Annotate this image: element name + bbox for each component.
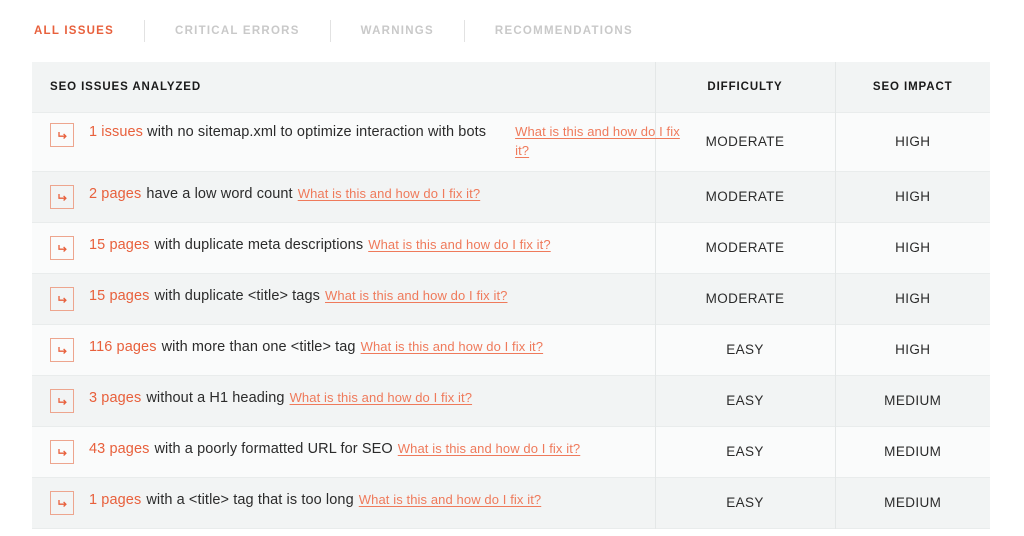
issue-count: 2 pages [89, 186, 142, 202]
issue-cell: 1 pages with a <title> tag that is too l… [32, 477, 655, 528]
impact-value: HIGH [834, 171, 990, 222]
issue-cell: 15 pages with duplicate <title> tags Wha… [32, 273, 655, 324]
column-header-seo-issues: SEO ISSUES ANALYZED [50, 80, 202, 93]
issue-phrase: with duplicate meta descriptions [154, 237, 364, 253]
impact-value: MEDIUM [834, 426, 990, 477]
issue-description: 116 pages with more than one <title> tag… [89, 337, 641, 358]
issue-count: 15 pages [89, 288, 150, 304]
fix-it-link[interactable]: What is this and how do I fix it? [398, 440, 581, 459]
arrow-turn-right-icon[interactable] [50, 236, 74, 260]
arrow-turn-right-icon[interactable] [50, 491, 74, 515]
table-row[interactable]: 1 pages with a <title> tag that is too l… [32, 477, 990, 528]
fix-it-link[interactable]: What is this and how do I fix it? [290, 389, 473, 408]
issues-tabbar: ALL ISSUES CRITICAL ERRORS WARNINGS RECO… [0, 0, 1024, 62]
difficulty-value: MODERATE [654, 222, 835, 273]
issue-phrase: have a low word count [146, 186, 293, 202]
tab-all-issues[interactable]: ALL ISSUES [32, 25, 116, 37]
arrow-turn-right-icon[interactable] [50, 389, 74, 413]
tab-divider [463, 20, 465, 42]
issue-phrase: with more than one <title> tag [161, 339, 356, 355]
fix-it-link[interactable]: What is this and how do I fix it? [515, 124, 680, 158]
issue-cell: 43 pages with a poorly formatted URL for… [32, 426, 655, 477]
issue-cell: 116 pages with more than one <title> tag… [32, 324, 655, 375]
table-row[interactable]: 15 pages with duplicate <title> tags Wha… [32, 273, 990, 324]
table-header-row: SEO ISSUES ANALYZED DIFFICULTY SEO IMPAC… [32, 62, 990, 112]
arrow-turn-right-icon[interactable] [50, 338, 74, 362]
table-row[interactable]: 2 pages have a low word count What is th… [32, 171, 990, 222]
impact-value: HIGH [834, 222, 990, 273]
tab-critical-errors[interactable]: CRITICAL ERRORS [173, 25, 302, 37]
difficulty-value: EASY [654, 477, 835, 528]
impact-value: HIGH [834, 112, 990, 171]
issue-description: 1 issues with no sitemap.xml to optimize… [89, 122, 486, 143]
issue-cell: 1 issues with no sitemap.xml to optimize… [32, 112, 680, 171]
impact-value: HIGH [834, 273, 990, 324]
difficulty-value: MODERATE [654, 171, 835, 222]
seo-issues-panel: ALL ISSUES CRITICAL ERRORS WARNINGS RECO… [0, 0, 1024, 536]
issue-count: 116 pages [89, 339, 157, 355]
column-header-seo-impact: SEO IMPACT [834, 62, 990, 112]
table-row[interactable]: 3 pages without a H1 heading What is thi… [32, 375, 990, 426]
table-row[interactable]: 116 pages with more than one <title> tag… [32, 324, 990, 375]
impact-value: HIGH [834, 324, 990, 375]
issue-description: 15 pages with duplicate <title> tags Wha… [89, 286, 641, 307]
table-row[interactable]: 43 pages with a poorly formatted URL for… [32, 426, 990, 477]
issue-phrase: with no sitemap.xml to optimize interact… [147, 124, 487, 141]
tab-recommendations[interactable]: RECOMMENDATIONS [493, 25, 635, 37]
issue-phrase: with a <title> tag that is too long [146, 492, 354, 508]
fix-it-link[interactable]: What is this and how do I fix it? [298, 185, 481, 204]
fix-it-link[interactable]: What is this and how do I fix it? [361, 338, 544, 357]
impact-value: MEDIUM [834, 477, 990, 528]
difficulty-value: EASY [654, 426, 835, 477]
issue-count: 1 pages [89, 492, 142, 508]
tab-divider [329, 20, 331, 42]
issue-phrase: with a poorly formatted URL for SEO [154, 441, 393, 457]
issue-description: 3 pages without a H1 heading What is thi… [89, 388, 641, 409]
difficulty-value: EASY [654, 324, 835, 375]
issue-description: 43 pages with a poorly formatted URL for… [89, 439, 641, 460]
arrow-turn-right-icon[interactable] [50, 185, 74, 209]
fix-it-link[interactable]: What is this and how do I fix it? [359, 491, 542, 510]
issue-phrase: with duplicate <title> tags [154, 288, 320, 304]
fix-it-link[interactable]: What is this and how do I fix it? [325, 287, 508, 306]
issue-count: 1 issues [89, 124, 143, 141]
issue-description: 2 pages have a low word count What is th… [89, 184, 641, 205]
difficulty-value: MODERATE [654, 273, 835, 324]
issue-cell: 3 pages without a H1 heading What is thi… [32, 375, 655, 426]
difficulty-value: EASY [654, 375, 835, 426]
issue-cell: 15 pages with duplicate meta description… [32, 222, 655, 273]
table-row[interactable]: 1 issues with no sitemap.xml to optimize… [32, 112, 990, 171]
issue-description: 1 pages with a <title> tag that is too l… [89, 490, 641, 511]
tab-divider [144, 20, 146, 42]
arrow-turn-right-icon[interactable] [50, 123, 74, 148]
column-header-difficulty: DIFFICULTY [654, 62, 835, 112]
impact-value: MEDIUM [834, 375, 990, 426]
issue-count: 15 pages [89, 237, 150, 253]
tab-warnings[interactable]: WARNINGS [359, 25, 436, 37]
seo-issues-table: SEO ISSUES ANALYZED DIFFICULTY SEO IMPAC… [32, 62, 990, 529]
issue-cell: 2 pages have a low word count What is th… [32, 171, 655, 222]
issue-description: 15 pages with duplicate meta description… [89, 235, 641, 256]
issue-count: 43 pages [89, 441, 150, 457]
issue-phrase: without a H1 heading [146, 390, 285, 406]
table-header: SEO ISSUES ANALYZED DIFFICULTY SEO IMPAC… [32, 62, 990, 112]
table-row[interactable]: 15 pages with duplicate meta description… [32, 222, 990, 273]
arrow-turn-right-icon[interactable] [50, 440, 74, 464]
table-body: 1 issues with no sitemap.xml to optimize… [32, 112, 990, 528]
issue-count: 3 pages [89, 390, 142, 406]
arrow-turn-right-icon[interactable] [50, 287, 74, 311]
fix-it-link[interactable]: What is this and how do I fix it? [368, 236, 551, 255]
